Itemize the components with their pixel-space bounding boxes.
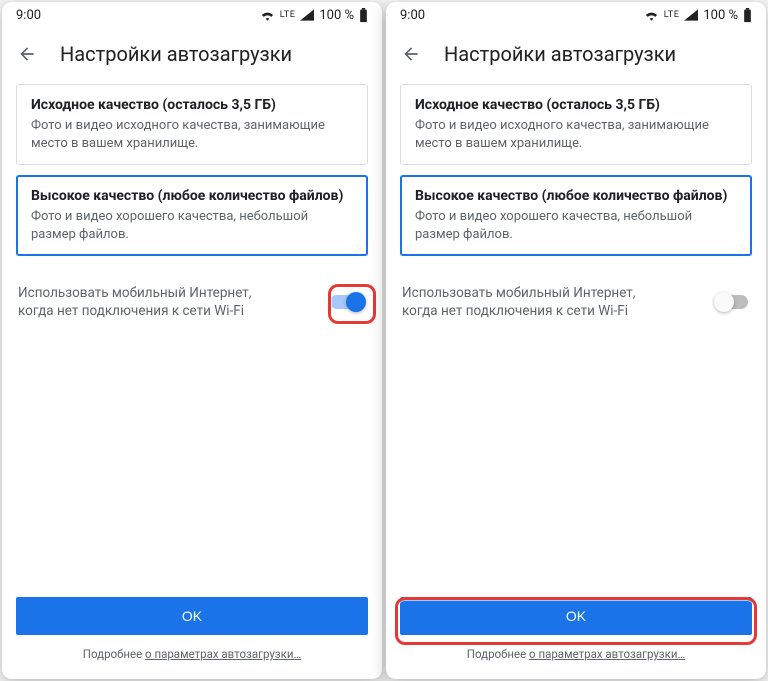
- bottom-bar: OK Подробнее о параметрах автозагрузки…: [2, 587, 382, 679]
- appbar: Настройки автозагрузки: [386, 28, 766, 84]
- battery-icon: [359, 8, 368, 23]
- learn-more: Подробнее о параметрах автозагрузки…: [400, 635, 752, 665]
- wifi-icon: [644, 9, 659, 21]
- mobile-data-switch[interactable]: [714, 292, 750, 312]
- page-title: Настройки автозагрузки: [444, 42, 676, 66]
- option-subtitle: Фото и видео хорошего качества, небольшо…: [415, 208, 737, 243]
- clock: 9:00: [400, 8, 425, 23]
- mobile-data-toggle-row: Использовать мобильный Интернет, когда н…: [16, 266, 368, 324]
- ok-button[interactable]: OK: [400, 597, 752, 635]
- quality-option-original[interactable]: Исходное качество (осталось 3,5 ГБ) Фото…: [400, 84, 752, 165]
- signal-icon: [684, 9, 698, 21]
- battery-percent: 100 %: [319, 8, 354, 23]
- option-title: Исходное качество (осталось 3,5 ГБ): [415, 97, 737, 113]
- wifi-icon: [260, 9, 275, 21]
- lte-icon: LTE: [664, 11, 680, 19]
- learn-more-link[interactable]: о параметрах автозагрузки…: [145, 647, 301, 661]
- content: Исходное качество (осталось 3,5 ГБ) Фото…: [386, 84, 766, 587]
- page-title: Настройки автозагрузки: [60, 42, 292, 66]
- phone-screen-left: 9:00 LTE 100 % Настройки автозагрузки Ис…: [2, 2, 382, 679]
- ok-button[interactable]: OK: [16, 597, 368, 635]
- content: Исходное качество (осталось 3,5 ГБ) Фото…: [2, 84, 382, 587]
- option-title: Исходное качество (осталось 3,5 ГБ): [31, 97, 353, 113]
- mobile-data-toggle-row: Использовать мобильный Интернет, когда н…: [400, 266, 752, 324]
- appbar: Настройки автозагрузки: [2, 28, 382, 84]
- clock: 9:00: [16, 8, 41, 23]
- option-title: Высокое качество (любое количество файло…: [415, 188, 737, 204]
- quality-option-high[interactable]: Высокое качество (любое количество файло…: [16, 175, 368, 256]
- quality-option-original[interactable]: Исходное качество (осталось 3,5 ГБ) Фото…: [16, 84, 368, 165]
- phone-screen-right: 9:00 LTE 100 % Настройки автозагрузки Ис…: [386, 2, 766, 679]
- learn-more: Подробнее о параметрах автозагрузки…: [16, 635, 368, 665]
- learn-more-link[interactable]: о параметрах автозагрузки…: [529, 647, 685, 661]
- back-button[interactable]: [400, 43, 422, 65]
- option-subtitle: Фото и видео исходного качества, занимаю…: [415, 117, 737, 152]
- status-icons: LTE 100 %: [644, 8, 752, 23]
- signal-icon: [300, 9, 314, 21]
- battery-percent: 100 %: [703, 8, 738, 23]
- lte-icon: LTE: [280, 11, 296, 19]
- option-subtitle: Фото и видео исходного качества, занимаю…: [31, 117, 353, 152]
- mobile-data-switch[interactable]: [330, 292, 366, 312]
- battery-icon: [743, 8, 752, 23]
- statusbar: 9:00 LTE 100 %: [386, 2, 766, 28]
- toggle-label: Использовать мобильный Интернет, когда н…: [18, 284, 288, 320]
- option-subtitle: Фото и видео хорошего качества, небольшо…: [31, 208, 353, 243]
- bottom-bar: OK Подробнее о параметрах автозагрузки…: [386, 587, 766, 679]
- option-title: Высокое качество (любое количество файло…: [31, 188, 353, 204]
- quality-option-high[interactable]: Высокое качество (любое количество файло…: [400, 175, 752, 256]
- toggle-label: Использовать мобильный Интернет, когда н…: [402, 284, 672, 320]
- back-button[interactable]: [16, 43, 38, 65]
- statusbar: 9:00 LTE 100 %: [2, 2, 382, 28]
- status-icons: LTE 100 %: [260, 8, 368, 23]
